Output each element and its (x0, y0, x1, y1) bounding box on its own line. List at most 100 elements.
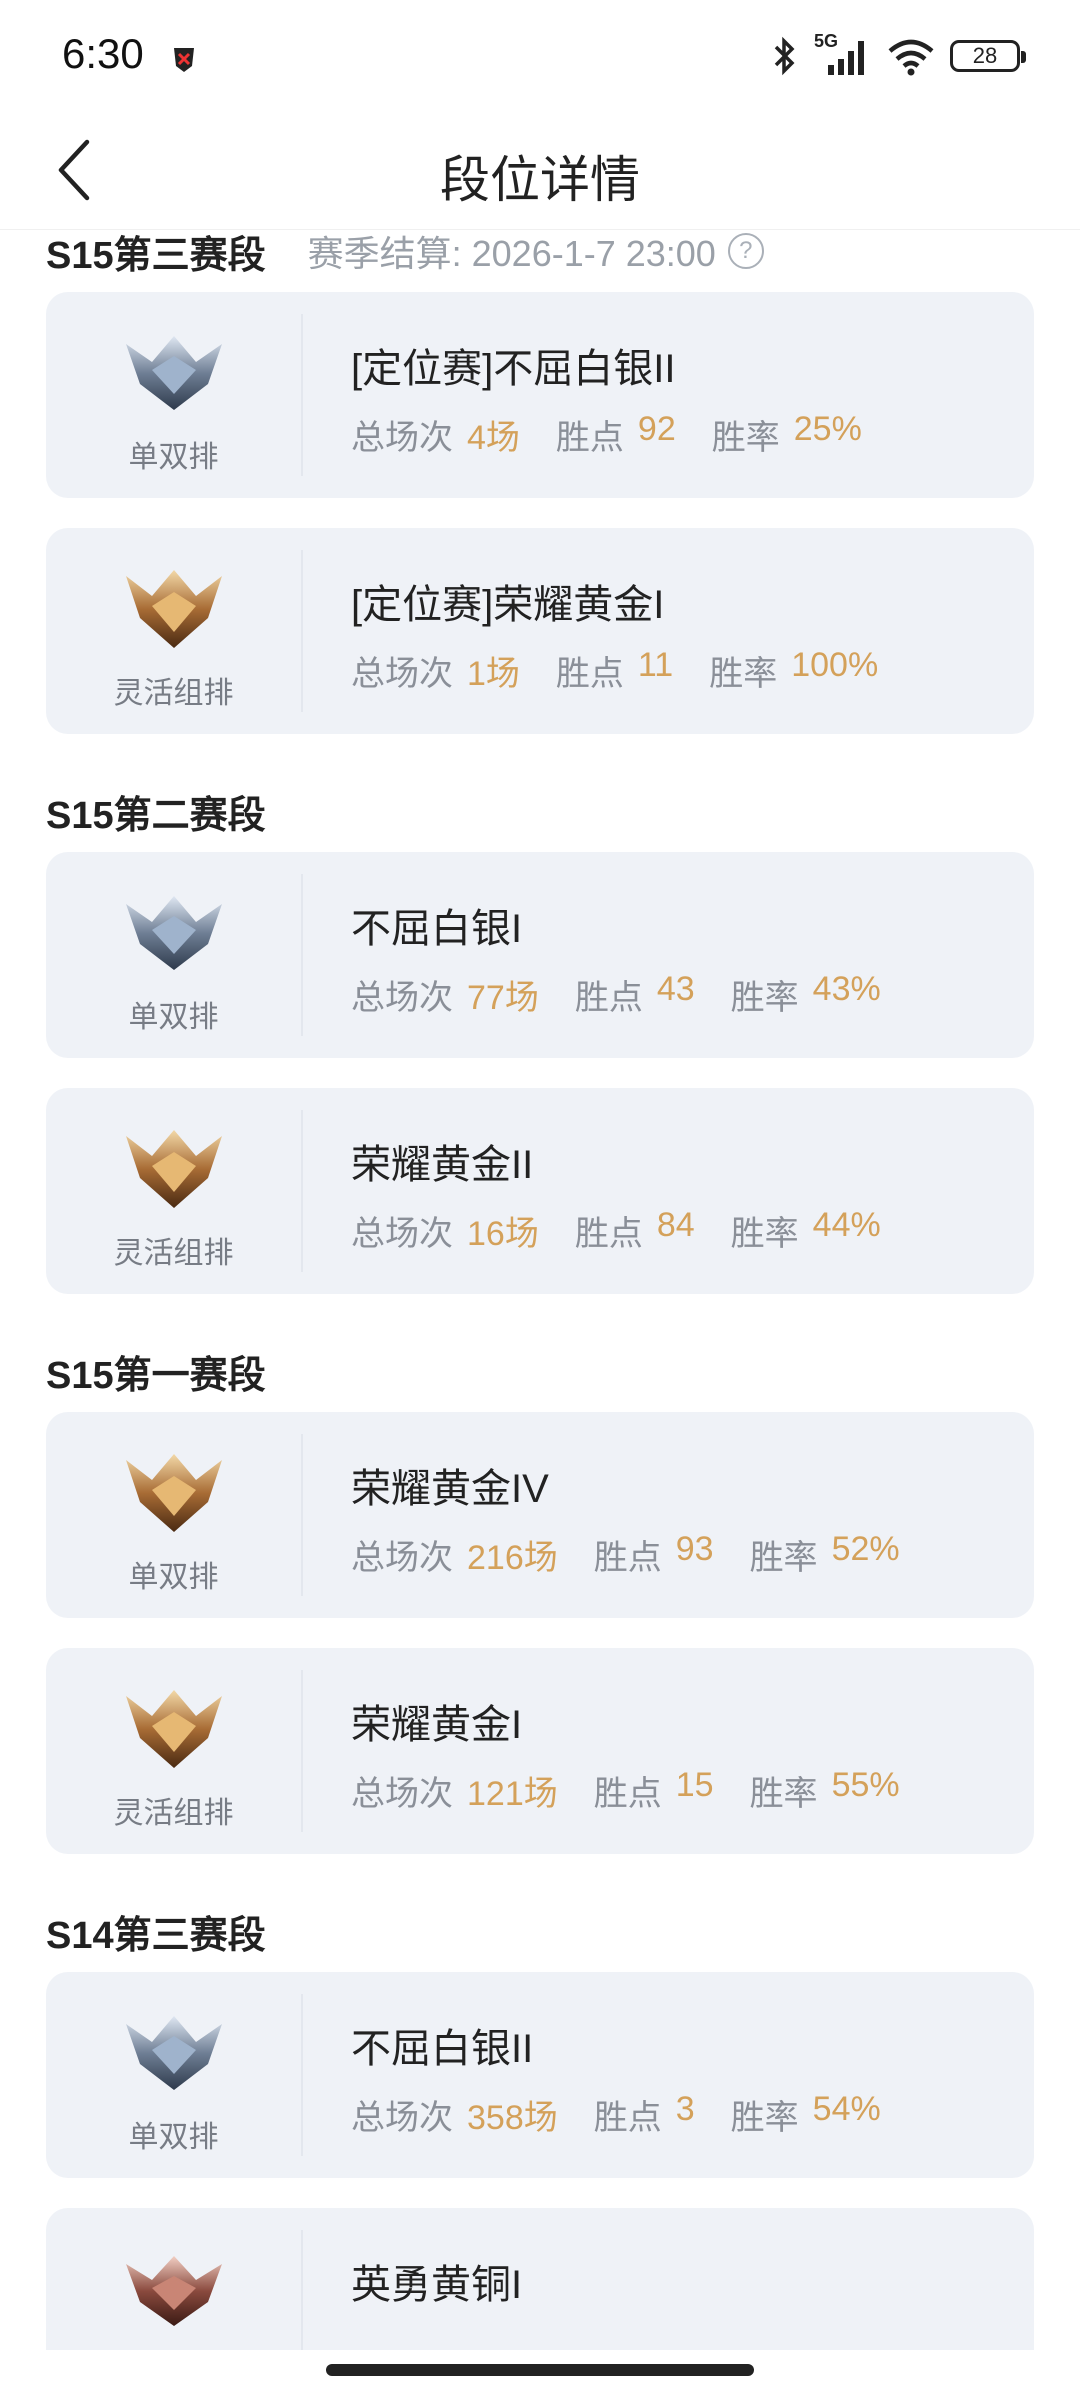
silver-rank-emblem-icon (126, 336, 222, 410)
total-games-label: 总场次 (351, 979, 453, 1017)
status-icons: 5G 28 (770, 31, 1026, 78)
winrate-label: 胜率 (749, 1775, 818, 1813)
points-label: 胜点 (555, 655, 624, 693)
winrate-value: 44% (812, 1206, 881, 1244)
points-label: 胜点 (593, 1539, 662, 1577)
season-header: S15第一赛段 (46, 1340, 1034, 1402)
page-title: 段位详情 (440, 152, 640, 208)
app-header: 段位详情 (0, 110, 1080, 230)
gold-rank-emblem-icon (126, 1690, 222, 1768)
card-divider (301, 874, 303, 1036)
rank-card[interactable]: 单双排 不屈白银II 总场次 358场 胜点 3 胜率 54% (46, 1972, 1034, 2178)
card-divider (301, 1670, 303, 1832)
battery-icon: 28 (950, 40, 1026, 72)
points-value: 3 (675, 2090, 695, 2128)
total-games-value: 216场 (467, 1539, 558, 1577)
rank-name: [定位赛]不屈白银II (351, 347, 676, 391)
home-indicator[interactable] (326, 2364, 754, 2376)
rank-card[interactable]: 英勇黄铜I (46, 2208, 1034, 2350)
silver-rank-emblem-icon (126, 896, 222, 970)
season-title: S15第二赛段 (46, 794, 266, 837)
rank-name: [定位赛]荣耀黄金I (351, 583, 665, 627)
rank-stats: 总场次 16场 胜点 84 胜率 44% (351, 1206, 917, 1255)
rank-card[interactable]: 灵活组排 荣耀黄金II 总场次 16场 胜点 84 胜率 44% (46, 1088, 1034, 1294)
points-value: 84 (656, 1206, 695, 1244)
total-games-label: 总场次 (351, 1539, 453, 1577)
rank-card[interactable]: 灵活组排 [定位赛]荣耀黄金I 总场次 1场 胜点 11 胜率 100% (46, 528, 1034, 734)
total-games-label: 总场次 (351, 1775, 453, 1813)
card-divider (301, 1110, 303, 1272)
rank-stats: 总场次 77场 胜点 43 胜率 43% (351, 970, 917, 1019)
rank-stats: 总场次 216场 胜点 93 胜率 52% (351, 1530, 936, 1579)
total-games-value: 77场 (467, 979, 539, 1017)
winrate-value: 25% (793, 410, 862, 448)
points-label: 胜点 (574, 1215, 643, 1253)
battery-level: 28 (972, 43, 998, 68)
winrate-value: 54% (812, 2090, 881, 2128)
points-label: 胜点 (574, 979, 643, 1017)
rank-card[interactable]: 单双排 [定位赛]不屈白银II 总场次 4场 胜点 92 胜率 25% (46, 292, 1034, 498)
rank-stats: 总场次 121场 胜点 15 胜率 55% (351, 1766, 936, 1815)
winrate-label: 胜率 (749, 1539, 818, 1577)
winrate-label: 胜率 (730, 979, 799, 1017)
points-value: 93 (675, 1530, 714, 1568)
app-notification-icon (174, 48, 194, 72)
gold-rank-emblem-icon (126, 1454, 222, 1532)
points-label: 胜点 (593, 2099, 662, 2137)
silver-rank-emblem-icon (126, 2016, 222, 2090)
winrate-label: 胜率 (730, 1215, 799, 1253)
card-divider (301, 1994, 303, 2156)
rank-card[interactable]: 单双排 荣耀黄金IV 总场次 216场 胜点 93 胜率 52% (46, 1412, 1034, 1618)
queue-label: 灵活组排 (113, 677, 234, 710)
card-divider (301, 2230, 303, 2350)
season-header: S14第三赛段 (46, 1900, 1034, 1962)
winrate-value: 55% (831, 1766, 900, 1804)
season-header: S15第三赛段 赛季结算: 2026-1-7 23:00 ? (46, 230, 1034, 282)
total-games-label: 总场次 (351, 419, 453, 457)
season-header: S15第二赛段 (46, 780, 1034, 842)
total-games-value: 4场 (467, 419, 520, 457)
season-title: S15第三赛段 (46, 234, 266, 277)
bronze-rank-emblem-icon (126, 2256, 222, 2326)
total-games-label: 总场次 (351, 1215, 453, 1253)
queue-label: 单双排 (128, 441, 219, 474)
points-label: 胜点 (555, 419, 624, 457)
total-games-value: 16场 (467, 1215, 539, 1253)
rank-card[interactable]: 灵活组排 荣耀黄金I 总场次 121场 胜点 15 胜率 55% (46, 1648, 1034, 1854)
rank-card[interactable]: 单双排 不屈白银I 总场次 77场 胜点 43 胜率 43% (46, 852, 1034, 1058)
queue-label: 灵活组排 (113, 1797, 234, 1830)
rank-stats: 总场次 358场 胜点 3 胜率 54% (351, 2090, 917, 2139)
rank-name: 荣耀黄金IV (351, 1467, 549, 1511)
rank-history-list[interactable]: S15第三赛段 赛季结算: 2026-1-7 23:00 ? 单双排 [定位赛]… (0, 230, 1080, 2350)
points-value: 15 (675, 1766, 714, 1804)
rank-stats: 总场次 1场 胜点 11 胜率 100% (351, 646, 914, 695)
total-games-value: 358场 (467, 2099, 558, 2137)
total-games-label: 总场次 (351, 2099, 453, 2137)
rank-name: 不屈白银I (351, 907, 523, 951)
winrate-label: 胜率 (709, 655, 778, 693)
rank-name: 荣耀黄金I (351, 1703, 523, 1747)
winrate-label: 胜率 (711, 419, 780, 457)
wifi-icon (888, 39, 934, 76)
points-value: 11 (637, 646, 674, 684)
winrate-value: 43% (812, 970, 881, 1008)
winrate-label: 胜率 (730, 2099, 799, 2137)
season-end-time: 赛季结算: 2026-1-7 23:00 (307, 233, 716, 274)
winrate-value: 100% (791, 646, 879, 684)
bluetooth-icon (774, 36, 795, 76)
gold-rank-emblem-icon (126, 570, 222, 648)
card-divider (301, 550, 303, 712)
points-value: 92 (637, 410, 676, 448)
rank-name: 荣耀黄金II (351, 1143, 534, 1187)
rank-name: 不屈白银II (351, 2027, 534, 2071)
help-icon[interactable]: ? (727, 233, 764, 269)
season-title: S14第三赛段 (46, 1914, 266, 1957)
rank-stats: 总场次 4场 胜点 92 胜率 25% (351, 410, 898, 459)
total-games-value: 121场 (467, 1775, 558, 1813)
card-divider (301, 314, 303, 476)
points-value: 43 (656, 970, 695, 1008)
queue-label: 单双排 (128, 2121, 219, 2154)
total-games-value: 1场 (467, 655, 520, 693)
queue-label: 单双排 (128, 1001, 219, 1034)
points-label: 胜点 (593, 1775, 662, 1813)
